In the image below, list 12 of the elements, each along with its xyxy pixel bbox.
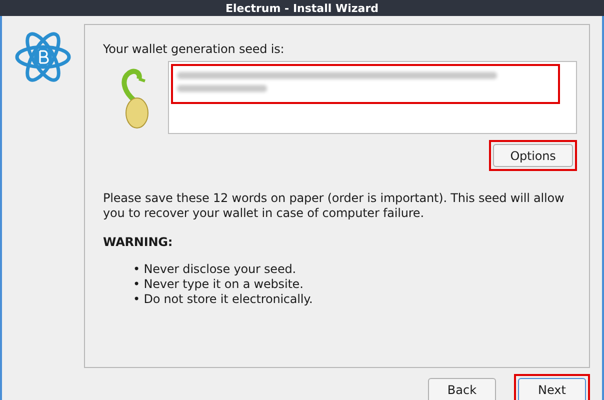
seed-field[interactable]: [168, 61, 577, 134]
seed-instructions: Please save these 12 words on paper (order is important). This seed will allow you to recover your wallet in case of computer failure.: [103, 191, 566, 221]
atom-logo-icon: [14, 32, 72, 82]
wizard-button[interactable]: Next: [518, 378, 586, 400]
window-title: Electrum - Install Wizard: [225, 2, 379, 14]
warning-item: • Never disclose your seed.: [133, 262, 297, 277]
warning-title: WARNING:: [103, 235, 174, 250]
wizard-button[interactable]: Back: [428, 378, 496, 400]
seed-label: Your wallet generation seed is:: [103, 41, 286, 57]
options-button[interactable]: Options: [493, 144, 573, 167]
warning-item: • Never type it on a website.: [133, 277, 304, 292]
warning-item: • Do not store it electronically.: [133, 292, 314, 307]
